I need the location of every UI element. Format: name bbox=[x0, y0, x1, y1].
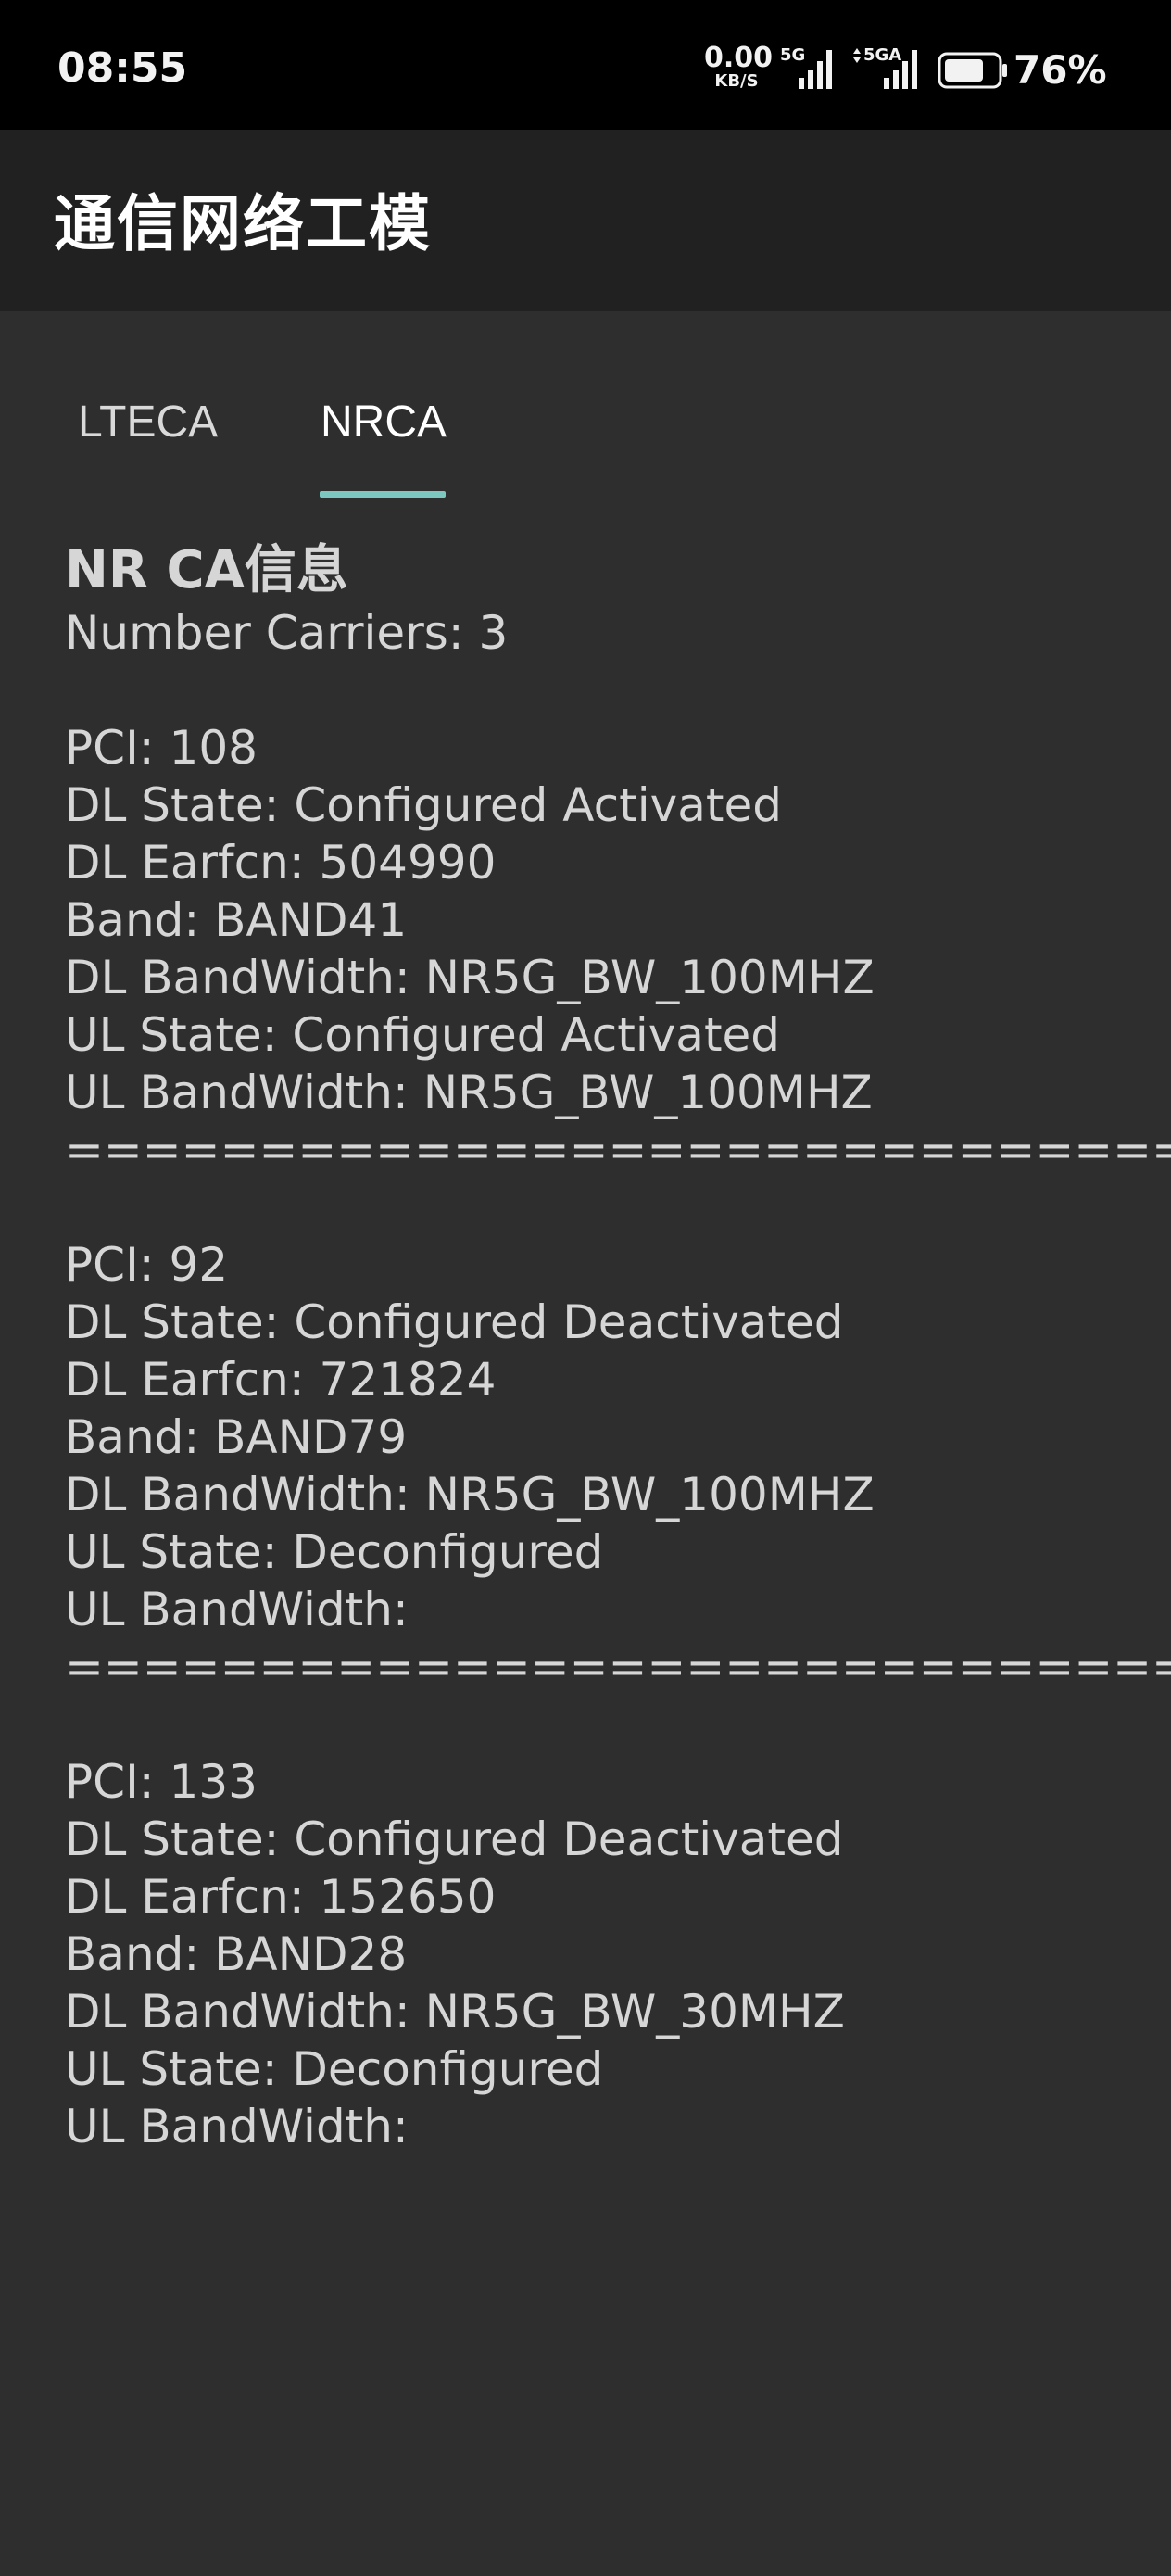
carrier-ul-bandwidth: UL BandWidth: bbox=[65, 1583, 409, 1636]
carrier-pci: PCI: 108 bbox=[65, 721, 258, 775]
nrca-info-panel: NR CA信息 Number Carriers: 3 PCI: 108 DL S… bbox=[65, 537, 1171, 2155]
carrier-pci: PCI: 133 bbox=[65, 1755, 258, 1809]
number-carriers: Number Carriers: 3 bbox=[65, 606, 509, 660]
carrier-dl-bandwidth: DL BandWidth: NR5G_BW_30MHZ bbox=[65, 1985, 845, 2039]
tab-selected-indicator bbox=[320, 491, 446, 498]
carrier-dl-state: DL State: Configured Activated bbox=[65, 778, 782, 832]
carrier-block: PCI: 92 DL State: Configured Deactivated… bbox=[65, 1236, 1171, 1696]
carrier-ul-bandwidth: UL BandWidth: bbox=[65, 2100, 409, 2153]
battery-percent: 76% bbox=[1014, 47, 1107, 93]
network-speed-unit: KB/S bbox=[714, 71, 759, 91]
carrier-ul-state: UL State: Configured Activated bbox=[65, 1008, 781, 1062]
carrier-dl-earfcn: DL Earfcn: 152650 bbox=[65, 1870, 497, 1924]
carrier-block: PCI: 133 DL State: Configured Deactivate… bbox=[65, 1753, 1121, 2155]
carrier-block: PCI: 108 DL State: Configured Activated … bbox=[65, 719, 1171, 1179]
carrier-dl-earfcn: DL Earfcn: 504990 bbox=[65, 836, 497, 890]
carrier-pci: PCI: 92 bbox=[65, 1238, 229, 1292]
status-time: 08:55 bbox=[57, 44, 188, 92]
signal-5g-icon: 5G bbox=[780, 46, 834, 93]
tab-nrca[interactable]: NRCA bbox=[321, 395, 447, 450]
tab-lteca[interactable]: LTECA bbox=[78, 395, 218, 450]
app-bar: 通信网络工模 bbox=[0, 130, 1171, 311]
carrier-ul-state: UL State: Deconfigured bbox=[65, 1525, 604, 1579]
section-title: NR CA信息 bbox=[65, 540, 348, 600]
carrier-dl-state: DL State: Configured Deactivated bbox=[65, 1812, 844, 1866]
sim2-network-tag: 5GA bbox=[863, 45, 902, 65]
carrier-dl-state: DL State: Configured Deactivated bbox=[65, 1295, 844, 1349]
carrier-band: Band: BAND41 bbox=[65, 893, 408, 947]
carrier-separator: ============================== bbox=[65, 1123, 1171, 1177]
carrier-dl-earfcn: DL Earfcn: 721824 bbox=[65, 1353, 497, 1407]
carrier-ul-state: UL State: Deconfigured bbox=[65, 2042, 604, 2096]
signal-5ga-icon: 5GA bbox=[850, 46, 919, 93]
carrier-separator: ============================== bbox=[65, 1640, 1171, 1694]
tab-bar: LTECA NRCA bbox=[0, 311, 1171, 502]
status-bar: 08:55 0.00 KB/S 5G 5GA 76% bbox=[0, 0, 1171, 130]
carrier-band: Band: BAND79 bbox=[65, 1410, 408, 1464]
carrier-dl-bandwidth: DL BandWidth: NR5G_BW_100MHZ bbox=[65, 1468, 875, 1522]
carrier-dl-bandwidth: DL BandWidth: NR5G_BW_100MHZ bbox=[65, 951, 875, 1004]
carrier-ul-bandwidth: UL BandWidth: NR5G_BW_100MHZ bbox=[65, 1066, 873, 1119]
app-title: 通信网络工模 bbox=[54, 188, 432, 259]
carrier-band: Band: BAND28 bbox=[65, 1927, 408, 1981]
network-speed: 0.00 KB/S bbox=[704, 42, 774, 91]
network-speed-value: 0.00 bbox=[704, 42, 774, 74]
battery-icon bbox=[938, 52, 1007, 89]
